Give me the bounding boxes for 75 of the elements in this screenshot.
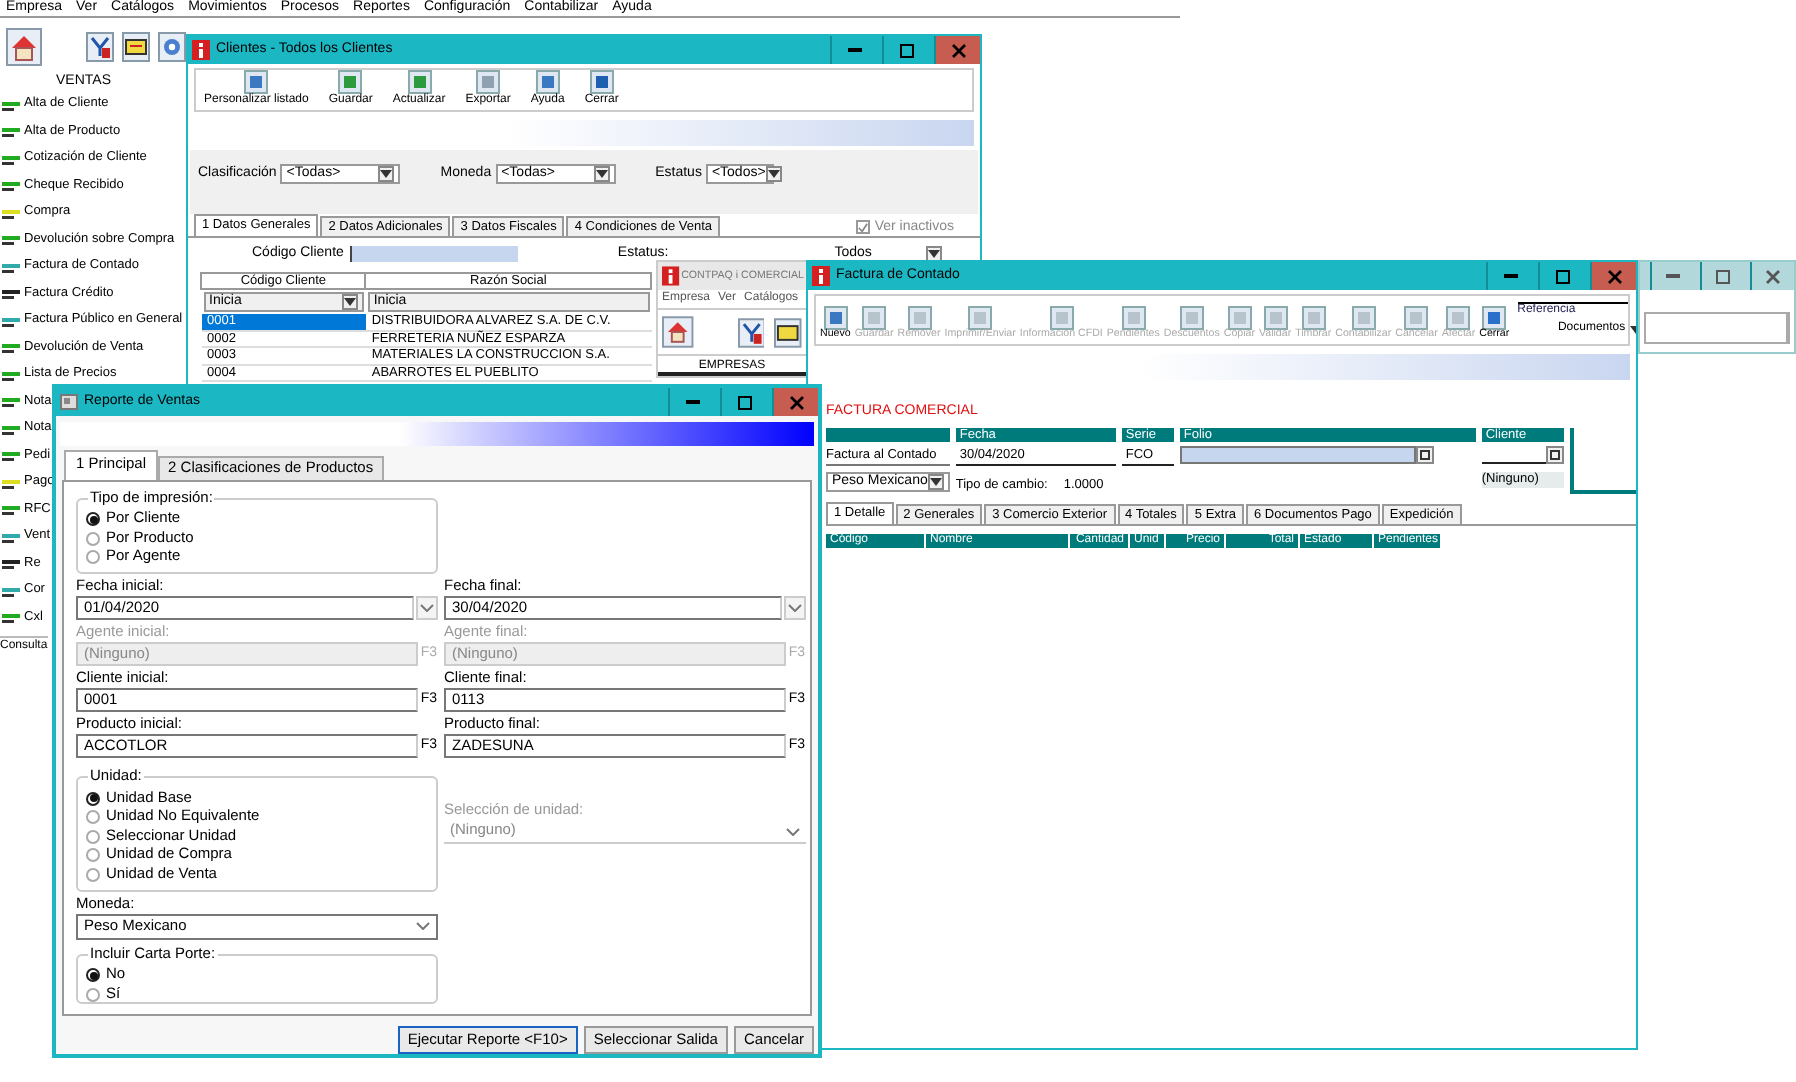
- toolbar-icon: [1482, 305, 1507, 330]
- toolbar-icon[interactable]: [737, 317, 765, 347]
- maximize-icon: [1555, 269, 1569, 283]
- minimize-icon: [1666, 274, 1680, 278]
- toolbar-icon: [862, 305, 887, 330]
- info-panel: [1569, 428, 1636, 494]
- lookup-button[interactable]: [1545, 446, 1564, 464]
- toolbar-icon: [535, 70, 560, 94]
- minimize-icon: [1503, 274, 1517, 278]
- maximize-icon: [899, 43, 913, 57]
- caret-icon: [595, 170, 608, 178]
- radio-button[interactable]: [86, 531, 100, 545]
- radio-button[interactable]: [86, 987, 100, 1001]
- caret-icon: [788, 604, 802, 613]
- code-field[interactable]: [349, 246, 518, 262]
- radio-button[interactable]: [86, 968, 100, 982]
- toolbar-icon[interactable]: [122, 31, 150, 61]
- folio-field[interactable]: [1179, 446, 1416, 464]
- radio-button[interactable]: [86, 550, 100, 564]
- toolbar-icon: [907, 305, 931, 330]
- close-icon: [789, 395, 803, 409]
- caret-icon: [786, 827, 800, 836]
- home-icon[interactable]: [6, 27, 42, 65]
- maximize-icon: [737, 395, 751, 409]
- close-button[interactable]: [772, 388, 818, 416]
- close-button[interactable]: [934, 36, 980, 64]
- toolbar-icon: [1179, 305, 1204, 330]
- toolbar-icon[interactable]: [774, 317, 802, 347]
- checkbox[interactable]: [856, 220, 871, 235]
- caret-icon: [380, 170, 393, 178]
- toolbar-icon: [476, 70, 501, 94]
- toolbar-icon: [1351, 305, 1376, 330]
- field-header: [826, 428, 950, 442]
- toolbar-icon: [338, 70, 363, 94]
- app-logo-icon: [812, 266, 830, 286]
- toolbar-icon: [244, 70, 269, 94]
- date-picker-button[interactable]: [416, 596, 438, 621]
- toolbar-icon: [1446, 305, 1471, 330]
- toolbar-icon: [1227, 305, 1252, 330]
- app-logo-icon: [662, 266, 680, 286]
- toolbar-icon: [1404, 305, 1429, 330]
- toolbar-icon: [1263, 305, 1288, 330]
- toolbar-icon: [589, 70, 614, 94]
- toolbar-icon: [823, 305, 848, 330]
- caret-icon: [767, 170, 780, 178]
- toolbar-icon: [1121, 305, 1146, 330]
- caret-icon: [929, 478, 942, 486]
- close-button[interactable]: [1590, 262, 1636, 290]
- maximize-icon: [1716, 269, 1730, 283]
- date-picker-button[interactable]: [784, 596, 806, 621]
- minimize-icon: [685, 400, 699, 404]
- toolbar-icon[interactable]: [86, 31, 114, 61]
- minimize-icon: [847, 48, 861, 52]
- close-icon: [951, 43, 965, 57]
- app-logo-icon: [192, 40, 210, 60]
- close-icon: [1766, 269, 1780, 283]
- radio-button[interactable]: [86, 810, 100, 824]
- home-icon[interactable]: [662, 316, 694, 348]
- check-icon: [858, 222, 869, 235]
- radio-button[interactable]: [86, 512, 100, 526]
- toolbar-icon: [1301, 305, 1326, 330]
- caret-icon: [420, 604, 434, 613]
- toolbar-icon: [407, 70, 432, 94]
- lookup-icon: [1549, 450, 1560, 460]
- toolbar-icon: [1049, 305, 1074, 330]
- toolbar-icon: [968, 305, 993, 330]
- caret-icon: [416, 922, 430, 931]
- close-icon: [1607, 269, 1621, 283]
- radio-button[interactable]: [86, 867, 100, 881]
- caret-icon: [343, 298, 356, 307]
- lookup-icon: [1419, 450, 1430, 460]
- radio-button[interactable]: [86, 829, 100, 843]
- radio-button[interactable]: [86, 848, 100, 862]
- app-icon: [60, 394, 78, 410]
- radio-button[interactable]: [86, 791, 100, 805]
